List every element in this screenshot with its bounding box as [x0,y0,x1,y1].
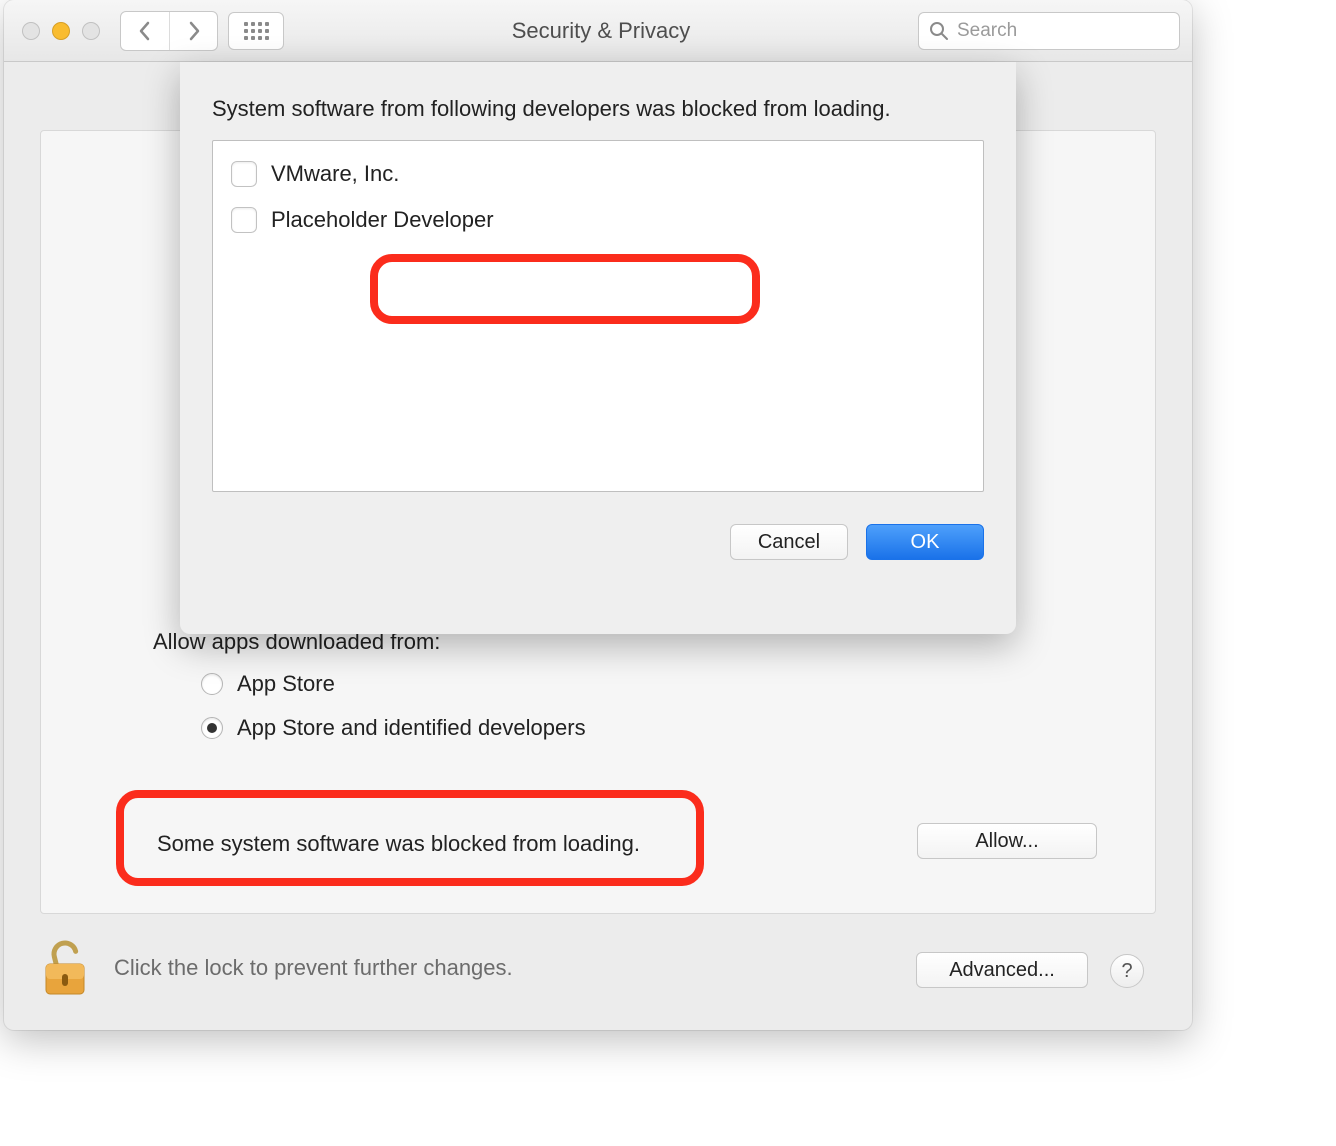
radio-label: App Store [237,671,335,697]
radio-app-store-identified[interactable]: App Store and identified developers [201,715,586,741]
developer-row[interactable]: Placeholder Developer [213,197,983,243]
developer-list: VMware, Inc. Placeholder Developer [212,140,984,492]
checkbox-icon[interactable] [231,161,257,187]
radio-label: App Store and identified developers [237,715,586,741]
sheet-buttons: Cancel OK [212,524,984,560]
radio-app-store[interactable]: App Store [201,671,586,697]
nav-group [120,11,218,51]
checkbox-icon[interactable] [231,207,257,233]
radio-icon [201,673,223,695]
help-button[interactable]: ? [1110,954,1144,988]
back-button[interactable] [121,12,169,50]
lock-text: Click the lock to prevent further change… [114,955,513,981]
window-controls [22,22,100,40]
ok-button[interactable]: OK [866,524,984,560]
blocked-software-message: Some system software was blocked from lo… [157,831,640,857]
search-field[interactable] [918,12,1180,50]
unlock-icon[interactable] [40,938,90,998]
titlebar: Security & Privacy [4,0,1192,62]
minimize-window-icon[interactable] [52,22,70,40]
chevron-left-icon [138,21,152,41]
search-icon [929,21,949,41]
radio-icon [201,717,223,739]
preferences-window: Security & Privacy A Allow apps download… [4,0,1192,1030]
close-window-icon[interactable] [22,22,40,40]
search-input[interactable] [957,20,1169,42]
developer-name: VMware, Inc. [271,161,399,187]
chevron-right-icon [187,21,201,41]
window-title: Security & Privacy [294,18,908,44]
cancel-button[interactable]: Cancel [730,524,848,560]
advanced-button[interactable]: Advanced... [916,952,1088,988]
sheet-heading: System software from following developer… [212,96,984,122]
developer-name: Placeholder Developer [271,207,494,233]
show-all-button[interactable] [228,12,284,50]
maximize-window-icon[interactable] [82,22,100,40]
grid-icon [244,22,269,40]
allow-button[interactable]: Allow... [917,823,1097,859]
blocked-developers-sheet: System software from following developer… [180,62,1016,634]
allow-apps-radio-group: App Store App Store and identified devel… [201,671,586,759]
developer-row[interactable]: VMware, Inc. [213,151,983,197]
forward-button[interactable] [169,12,217,50]
lock-row: Click the lock to prevent further change… [40,938,513,998]
